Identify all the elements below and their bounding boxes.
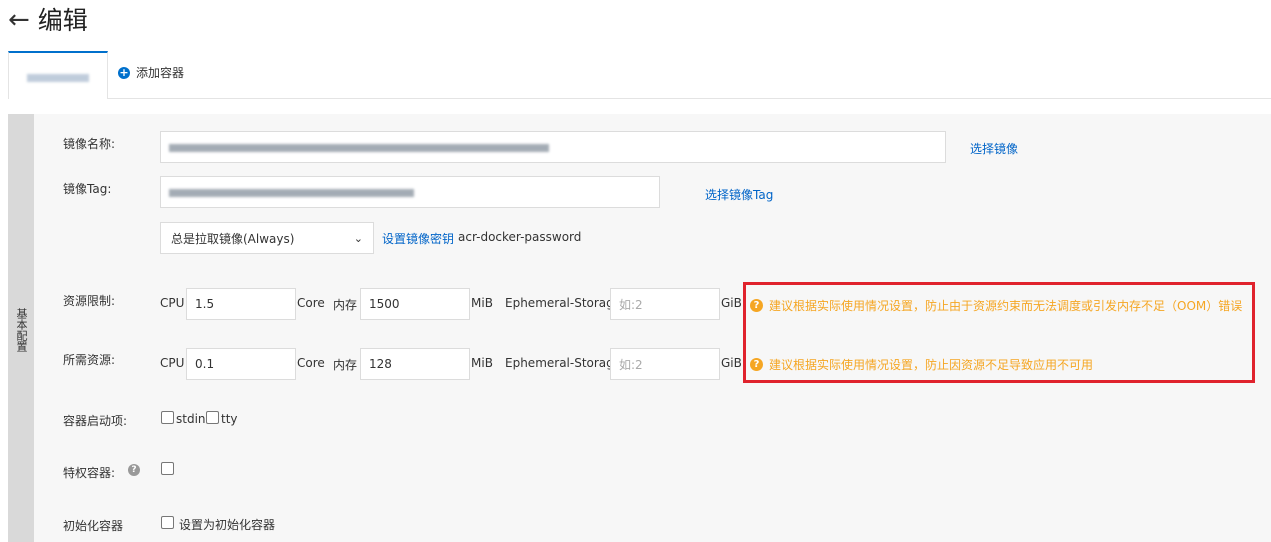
requests-memory-label: 内存 <box>333 358 358 372</box>
page-header: ← 编辑 <box>8 2 88 38</box>
requests-cpu-label: CPU <box>160 356 185 370</box>
image-name-input[interactable] <box>160 131 946 163</box>
image-tag-label: 镜像Tag: <box>63 182 112 196</box>
plus-circle-icon: + <box>118 65 130 79</box>
privileged-checkbox[interactable] <box>161 462 174 475</box>
resource-limits-label: 资源限制: <box>63 294 116 308</box>
redacted-tab-name <box>27 74 89 82</box>
redacted-image-name <box>169 144 549 152</box>
help-icon[interactable]: ? <box>128 464 140 476</box>
select-image-link[interactable]: 选择镜像 <box>970 140 1018 157</box>
add-container-label: 添加容器 <box>136 66 185 80</box>
add-container-button[interactable]: + 添加容器 <box>118 64 184 81</box>
limits-gib-unit: GiB <box>721 296 742 310</box>
section-label: 基本配置 <box>15 308 28 352</box>
container-tabs: + 添加容器 <box>8 51 1271 99</box>
requests-cpu-input[interactable]: 0.1 <box>186 348 296 380</box>
requests-core-unit: Core <box>297 356 325 370</box>
stdin-label: stdin <box>176 412 206 426</box>
secret-name: acr-docker-password <box>458 230 582 244</box>
requests-gib-unit: GiB <box>721 356 742 370</box>
limits-cpu-input[interactable]: 1.5 <box>186 288 296 320</box>
tty-label: tty <box>221 412 238 426</box>
tab-container-1[interactable] <box>8 51 108 99</box>
redacted-image-tag <box>169 189 414 197</box>
limits-memory-input[interactable]: 1500 <box>360 288 470 320</box>
resource-requests-label: 所需资源: <box>63 353 116 367</box>
limits-storage-label: Ephemeral-Storage <box>505 296 622 310</box>
limits-storage-input[interactable]: 如:2 <box>610 288 720 320</box>
init-container-checkbox[interactable] <box>161 516 174 529</box>
requests-storage-input[interactable]: 如:2 <box>610 348 720 380</box>
requests-mib-unit: MiB <box>471 356 493 370</box>
requests-storage-label: Ephemeral-Storage <box>505 356 622 370</box>
limits-mib-unit: MiB <box>471 296 493 310</box>
stdin-checkbox[interactable] <box>161 411 174 424</box>
limits-memory-label: 内存 <box>333 298 358 312</box>
pull-policy-value: 总是拉取镜像(Always) <box>171 231 295 246</box>
image-tag-input[interactable] <box>160 176 660 208</box>
chevron-down-icon: ⌄ <box>353 231 363 245</box>
pull-policy-select[interactable]: 总是拉取镜像(Always) ⌄ <box>160 222 374 254</box>
startup-options-label: 容器启动项: <box>63 414 128 428</box>
limits-core-unit: Core <box>297 296 325 310</box>
image-name-label: 镜像名称: <box>63 137 116 151</box>
privileged-label: 特权容器: <box>63 466 116 480</box>
warning-highlight-box <box>743 282 1255 383</box>
set-image-secret-link[interactable]: 设置镜像密钥 <box>382 230 454 247</box>
requests-memory-input[interactable]: 128 <box>360 348 470 380</box>
page-title: 编辑 <box>37 5 88 35</box>
tty-checkbox[interactable] <box>206 411 219 424</box>
init-container-label: 初始化容器 <box>63 519 124 533</box>
arrow-left-icon[interactable]: ← <box>8 7 30 33</box>
init-container-checkbox-label: 设置为初始化容器 <box>179 518 276 532</box>
limits-cpu-label: CPU <box>160 296 185 310</box>
select-image-tag-link[interactable]: 选择镜像Tag <box>705 186 773 203</box>
